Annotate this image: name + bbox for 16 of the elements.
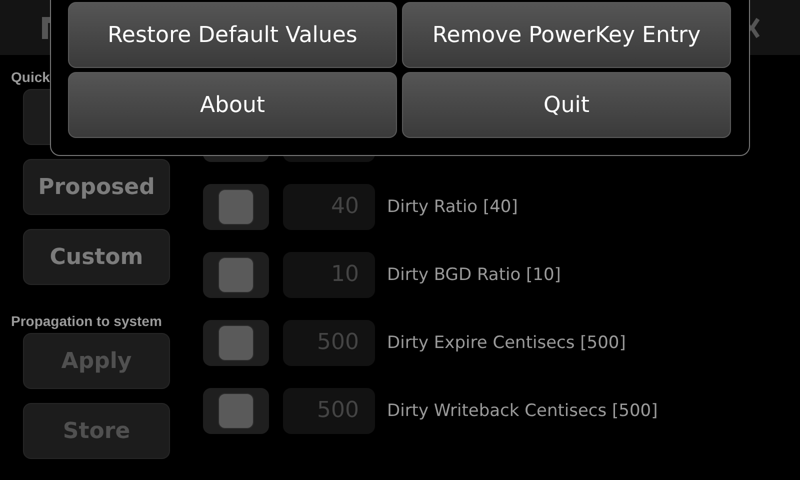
option-button[interactable]: Custom <box>23 229 170 285</box>
section-label: Propagation to system <box>11 312 162 330</box>
setting-label: Dirty Writeback Centisecs [500] <box>387 401 658 421</box>
menu-item[interactable]: Restore Default Values <box>68 2 397 68</box>
menu-item[interactable]: Quit <box>402 72 731 138</box>
setting-label: Dirty BGD Ratio [10] <box>387 265 561 285</box>
setting-label: Dirty Ratio [40] <box>387 197 518 217</box>
checkbox[interactable] <box>203 252 269 298</box>
checkbox[interactable] <box>203 184 269 230</box>
section-label: Quick <box>11 68 50 86</box>
checkbox[interactable] <box>203 320 269 366</box>
menu-item[interactable]: About <box>68 72 397 138</box>
option-button[interactable]: Proposed <box>23 159 170 215</box>
setting-label: Dirty Expire Centisecs [500] <box>387 333 626 353</box>
menu-item[interactable]: Remove PowerKey Entry <box>402 2 731 68</box>
checkbox[interactable] <box>203 388 269 434</box>
